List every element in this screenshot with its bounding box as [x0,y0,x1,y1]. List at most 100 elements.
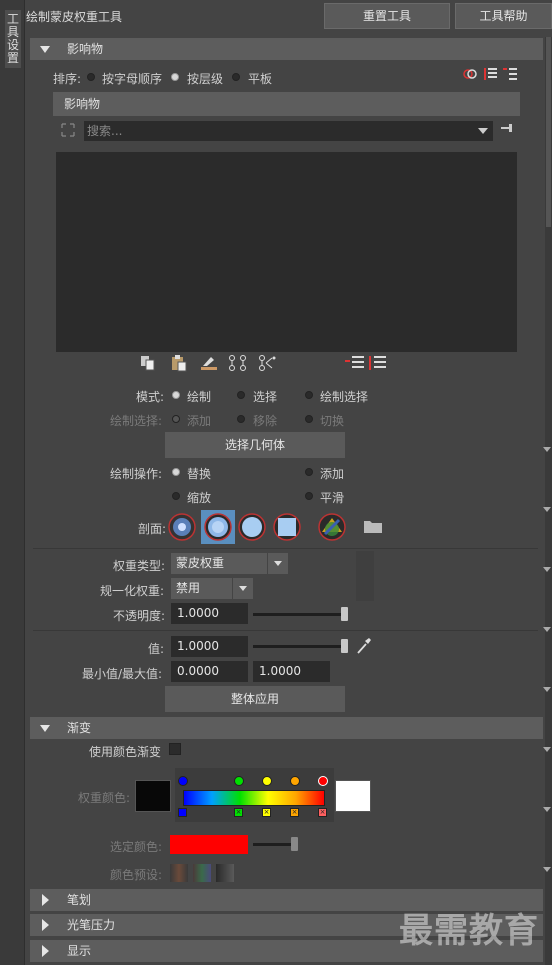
scroll-marker [543,567,551,572]
section-title: 渐变 [67,721,92,735]
image-brush-icon[interactable] [317,512,347,542]
paint-select-toggle-radio[interactable] [305,415,313,423]
square-brush-icon[interactable] [272,512,302,542]
normalize-dropdown-arrow[interactable] [232,578,253,599]
use-color-ramp-checkbox[interactable] [169,743,181,755]
collapse-all-icon[interactable] [369,354,389,372]
folder-icon[interactable] [364,519,382,533]
mode-paint-radio[interactable] [172,391,180,399]
search-dropdown-icon[interactable] [478,128,488,134]
paint-select-remove-label: 移除 [253,414,278,428]
weight-type-dropdown[interactable]: 蒙皮权重 [171,553,267,574]
ramp-start-color-swatch[interactable] [135,780,171,812]
color-preset-2[interactable] [193,864,211,882]
normalize-weights-dropdown[interactable]: 禁用 [171,578,232,599]
section-header-influences[interactable]: 影响物 [30,38,543,60]
opacity-slider-handle[interactable] [341,607,348,621]
min-max-label: 最小值/最大值: [82,667,163,681]
section-title: 笔划 [67,893,92,907]
paste-weights-icon[interactable] [170,354,188,372]
color-ramp-bar [183,790,325,806]
ramp-entry-yellow[interactable] [262,776,272,786]
expand-all-icon[interactable] [345,354,365,372]
op-scale-label: 缩放 [187,491,212,505]
scroll-marker [543,867,551,872]
influence-list-header: 影响物 [53,92,520,116]
min-value-field[interactable]: 0.0000 [171,661,248,682]
weight-type-dropdown-arrow[interactable] [267,553,288,574]
tool-help-button[interactable]: 工具帮助 [455,3,552,29]
color-preset-3[interactable] [216,864,234,882]
soft-brush-icon[interactable] [201,510,235,544]
solid-brush-icon[interactable] [237,512,267,542]
ramp-entry-blue[interactable] [178,776,188,786]
value-slider-handle[interactable] [341,639,348,653]
select-joints-icon[interactable] [228,354,248,372]
pin-icon[interactable] [501,122,515,134]
search-input[interactable]: 搜索... [84,121,493,141]
selected-color-swatch[interactable] [170,835,248,854]
filter-icon[interactable] [60,122,76,138]
eyedropper-icon[interactable] [355,636,373,656]
paint-select-label: 绘制选择: [110,414,163,428]
value-slider[interactable] [253,645,347,648]
ramp-delete-yellow-icon[interactable]: × [262,808,271,817]
op-replace-radio[interactable] [172,468,180,476]
select-geometry-button[interactable]: 选择几何体 [165,432,345,458]
expand-arrow-icon [42,919,49,931]
reset-tool-button[interactable]: 重置工具 [324,3,450,29]
opacity-field[interactable]: 1.0000 [171,603,248,624]
prune-weights-icon[interactable] [199,354,219,372]
link-icon[interactable] [463,68,477,80]
ramp-delete-orange-icon[interactable]: × [290,808,299,817]
copy-weights-icon[interactable] [139,354,157,372]
sort-alpha-radio[interactable] [87,73,95,81]
ramp-delete-green-icon[interactable]: × [234,808,243,817]
search-placeholder: 搜索... [87,124,123,138]
paint-select-add-radio[interactable] [172,415,180,423]
divider [33,548,538,549]
scroll-marker [543,687,551,692]
sort-hierarchy-radio[interactable] [171,73,179,81]
influence-list[interactable] [56,152,517,352]
mode-paint-select-radio[interactable] [305,391,313,399]
ramp-end-color-swatch[interactable] [335,780,371,812]
flood-button[interactable]: 整体应用 [165,686,345,712]
expand-arrow-icon [42,894,49,906]
gaussian-brush-icon[interactable] [167,512,197,542]
sort-flat-label: 平板 [248,72,273,86]
value-field[interactable]: 1.0000 [171,636,248,657]
sort-flat-radio[interactable] [232,73,240,81]
op-scale-radio[interactable] [172,492,180,500]
ramp-entry-red[interactable] [318,776,328,786]
sort-label: 排序: [53,72,82,86]
scroll-marker [543,627,551,632]
paint-select-toggle-label: 切换 [320,414,345,428]
color-preset-1[interactable] [170,864,188,882]
watermark: 最需教育 [399,911,539,951]
scroll-marker [543,747,551,752]
ramp-entry-green[interactable] [234,776,244,786]
op-smooth-radio[interactable] [305,492,313,500]
scrollbar[interactable] [545,37,552,965]
mode-select-radio[interactable] [237,391,245,399]
tool-settings-tab[interactable]: 工具设置 [5,10,21,68]
selected-color-slider-handle[interactable] [291,837,298,851]
op-add-radio[interactable] [305,468,313,476]
ramp-delete-red-icon[interactable]: × [318,808,327,817]
section-title: 光笔压力 [67,918,116,932]
normalize-weights-label: 规一化权重: [100,584,165,598]
scrollbar-thumb[interactable] [546,37,551,227]
ramp-entry-orange[interactable] [290,776,300,786]
select-vertices-icon[interactable] [258,354,278,372]
tree-view-icon[interactable] [503,67,517,81]
ramp-handle-blue[interactable] [178,808,187,817]
max-value-field[interactable]: 1.0000 [253,661,330,682]
list-view-icon[interactable] [484,67,498,81]
opacity-slider[interactable] [253,613,347,616]
color-ramp-widget[interactable] [175,768,334,822]
selected-color-label: 选定颜色: [110,840,163,854]
weight-type-label: 权重类型: [113,559,166,573]
paint-select-remove-radio[interactable] [237,415,245,423]
section-header-gradient[interactable]: 渐变 [30,717,543,739]
